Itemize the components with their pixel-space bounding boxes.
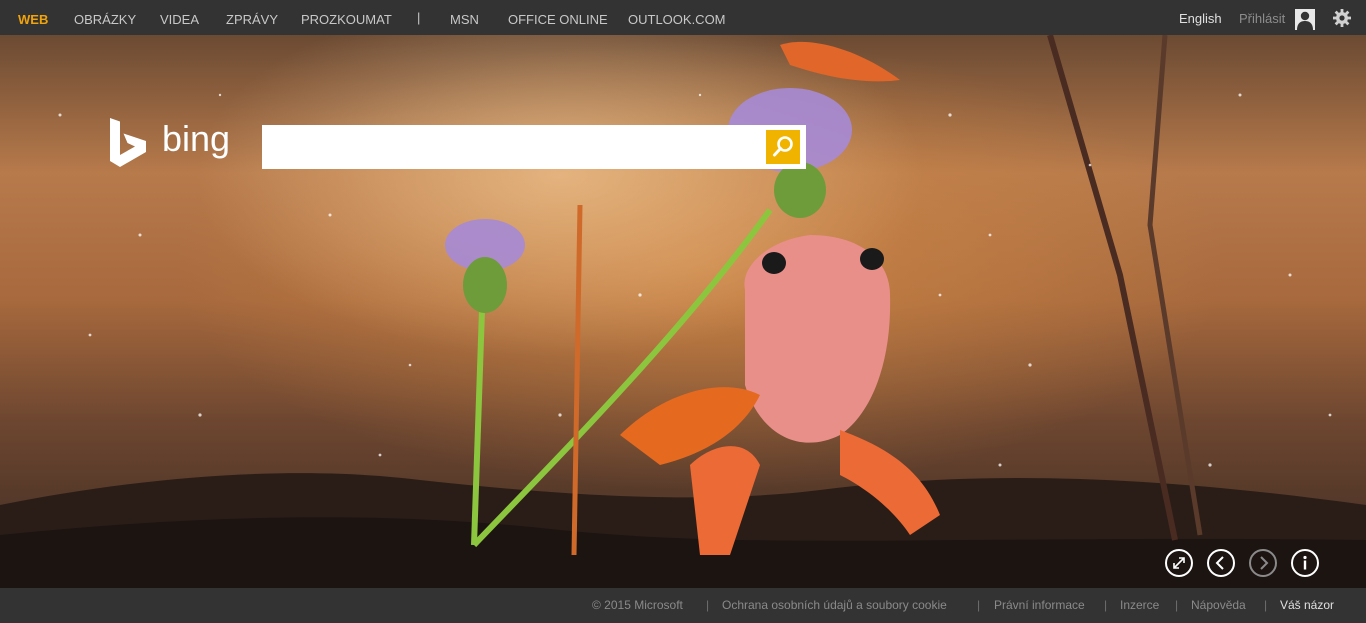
nav-web[interactable]: WEB — [18, 12, 48, 27]
search-button[interactable] — [766, 130, 800, 164]
top-navigation-bar: WEB OBRÁZKY VIDEA ZPRÁVY PROZKOUMAT | MS… — [0, 0, 1366, 35]
fullscreen-button[interactable] — [1165, 549, 1193, 577]
previous-image-button[interactable] — [1207, 549, 1235, 577]
legal-link[interactable]: Právní informace — [994, 598, 1085, 612]
image-info-button[interactable] — [1291, 549, 1319, 577]
language-link[interactable]: English — [1179, 11, 1222, 26]
help-link[interactable]: Nápověda — [1191, 598, 1246, 612]
privacy-cookies-link[interactable]: Ochrana osobních údajů a soubory cookie — [722, 598, 947, 612]
nav-office-online[interactable]: OFFICE ONLINE — [508, 12, 608, 27]
search-input[interactable] — [262, 125, 782, 169]
gear-icon[interactable] — [1332, 8, 1352, 28]
account-area: English Přihlásit — [1066, 0, 1366, 35]
bing-logo[interactable]: bing — [108, 118, 248, 170]
footer-separator: | — [706, 598, 710, 612]
next-image-button[interactable] — [1249, 549, 1277, 577]
footer-separator: | — [1104, 598, 1108, 612]
advertise-link[interactable]: Inzerce — [1120, 598, 1159, 612]
search-icon — [773, 136, 793, 157]
chevron-left-icon — [1215, 556, 1224, 570]
nav-explore[interactable]: PROZKOUMAT — [301, 12, 392, 27]
copyright-text: © 2015 Microsoft — [592, 598, 683, 612]
background-photo: bing — [0, 35, 1366, 588]
nav-videos[interactable]: VIDEA — [160, 12, 199, 27]
footer-separator: | — [977, 598, 981, 612]
bing-wordmark: bing — [162, 118, 231, 159]
chevron-right-icon — [1260, 556, 1269, 570]
footer-separator: | — [1264, 598, 1268, 612]
nav-msn[interactable]: MSN — [450, 12, 479, 27]
user-icon[interactable] — [1295, 9, 1315, 30]
footer: © 2015 Microsoft | Ochrana osobních údaj… — [0, 588, 1366, 623]
fullscreen-icon — [1173, 557, 1185, 569]
sign-in-link[interactable]: Přihlásit — [1239, 11, 1285, 26]
bing-b-icon — [110, 118, 146, 167]
info-icon — [1303, 555, 1307, 570]
nav-news[interactable]: ZPRÁVY — [226, 12, 278, 27]
search-box — [262, 125, 806, 169]
footer-separator: | — [1175, 598, 1179, 612]
nav-images[interactable]: OBRÁZKY — [74, 12, 136, 27]
nav-separator: | — [417, 10, 421, 25]
nav-outlook[interactable]: OUTLOOK.COM — [628, 12, 726, 27]
feedback-link[interactable]: Váš názor — [1280, 598, 1334, 612]
